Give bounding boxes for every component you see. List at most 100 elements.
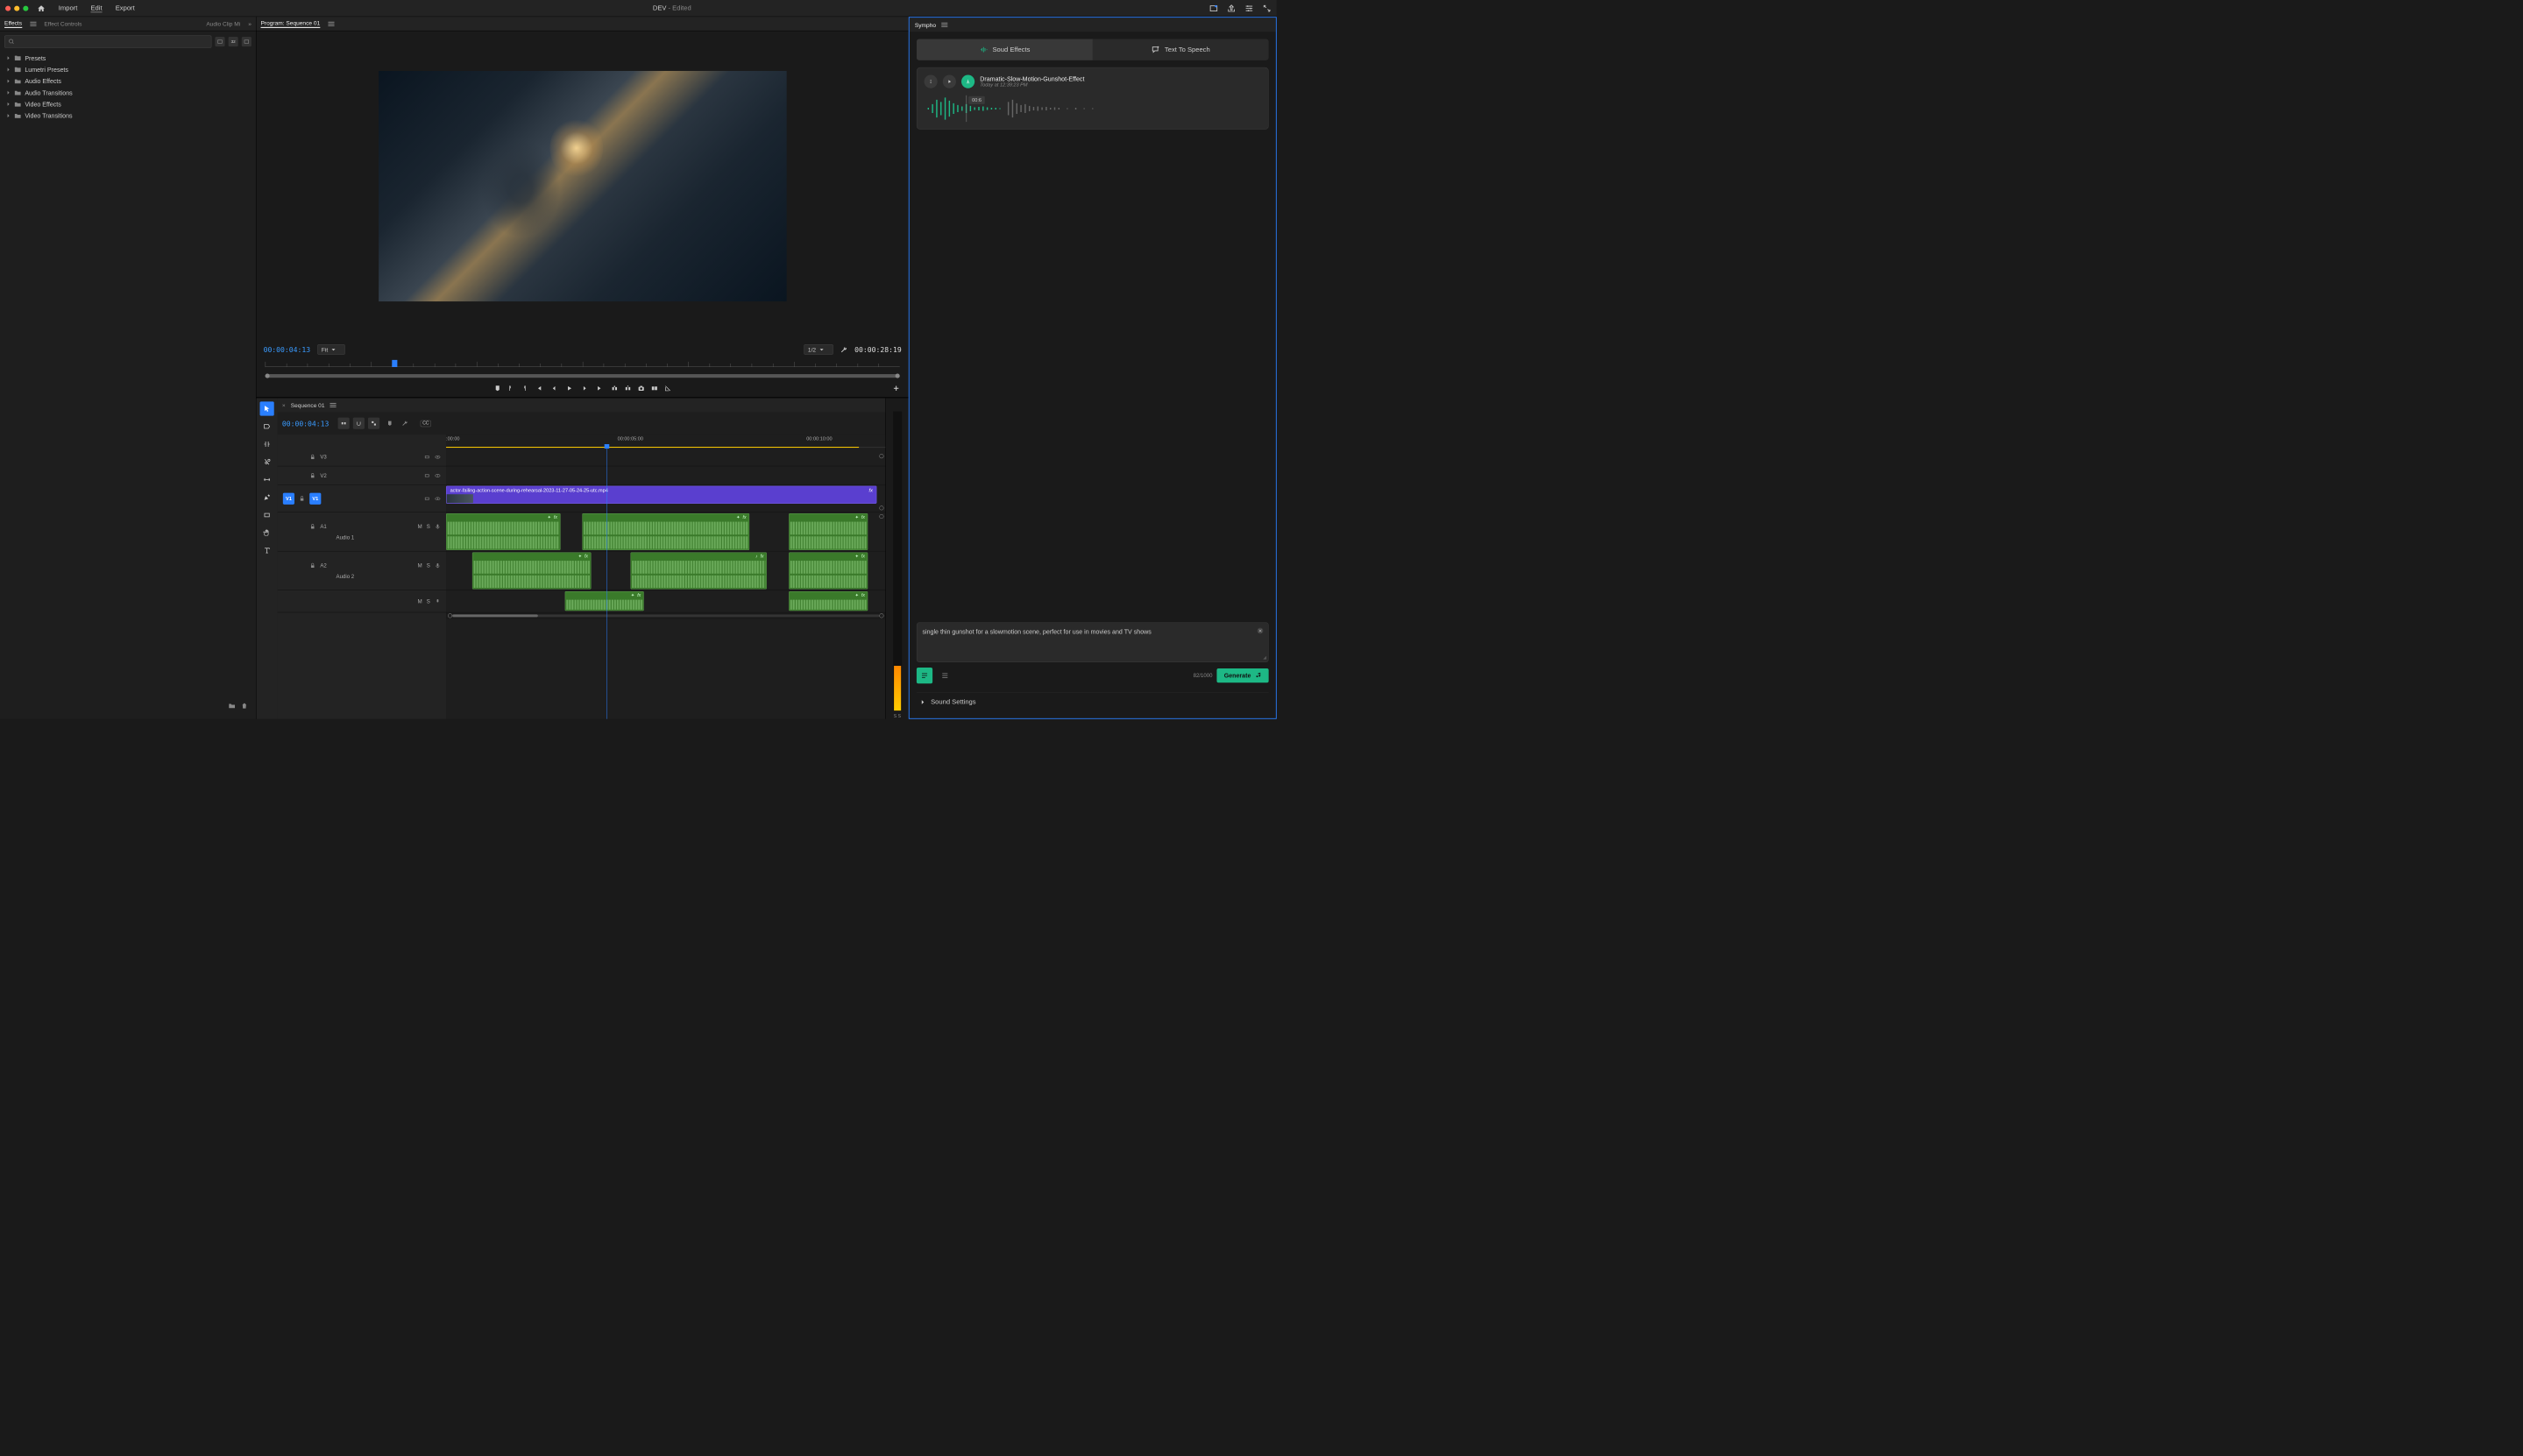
track-a1[interactable]: ✦fx ✦fx ✦fx xyxy=(446,512,885,552)
zoom-fit-select[interactable]: Fit xyxy=(317,344,345,355)
eye-icon[interactable] xyxy=(435,454,441,460)
close-window[interactable] xyxy=(5,5,11,11)
audio-clip-5[interactable]: ♪fx xyxy=(631,552,767,589)
track-content[interactable]: :00:00 00:00:05:00 00:00:10:00 actor-f xyxy=(446,435,885,719)
panel-menu-icon[interactable] xyxy=(328,22,334,26)
track-v3[interactable] xyxy=(446,448,885,466)
menu-edit[interactable]: Edit xyxy=(90,4,102,12)
settings-lines-icon[interactable] xyxy=(1244,4,1253,12)
timeline-timecode[interactable]: 00:00:04:13 xyxy=(282,419,330,428)
track-a3[interactable]: ✦fx ✦fx xyxy=(446,590,885,612)
play-preview-button[interactable] xyxy=(943,75,956,88)
tab-audio-clip-mixer[interactable]: Audio Clip Mi xyxy=(206,20,240,27)
audio-clip-8[interactable]: ✦fx xyxy=(789,591,868,611)
program-scrollbar[interactable] xyxy=(266,374,900,378)
resolution-select[interactable]: 1/2 xyxy=(804,344,833,355)
target-icon[interactable] xyxy=(424,495,430,501)
list-mode-button[interactable] xyxy=(937,668,953,683)
track-header-v1[interactable]: V1 V1 xyxy=(278,485,446,512)
tab-sympho[interactable]: Sympho xyxy=(915,22,936,29)
share-icon[interactable] xyxy=(1227,4,1236,12)
goto-in-icon[interactable] xyxy=(535,385,542,392)
track-a2[interactable]: ✦fx ♪fx ✦fx xyxy=(446,551,885,590)
sequence-name[interactable]: Sequence 01 xyxy=(291,402,325,409)
timeline-playhead[interactable] xyxy=(606,444,607,719)
camera-icon[interactable] xyxy=(637,385,644,392)
download-button[interactable] xyxy=(961,75,974,88)
wrench-icon[interactable] xyxy=(840,346,847,353)
target-icon[interactable] xyxy=(424,454,430,460)
insert-mode-button[interactable] xyxy=(917,668,932,683)
proxy-icon[interactable] xyxy=(664,385,671,392)
track-v1[interactable]: actor-failing-action-scene-during-rehear… xyxy=(446,485,885,512)
marker-icon[interactable] xyxy=(493,385,500,392)
step-back-icon[interactable] xyxy=(550,385,557,392)
close-sequence[interactable]: × xyxy=(282,402,286,409)
snap-icon[interactable] xyxy=(353,418,365,429)
ripple-edit-tool[interactable] xyxy=(260,437,274,451)
caption-badge[interactable]: CC xyxy=(421,420,431,427)
track-header-a1[interactable]: A1 M S Audio 1 xyxy=(278,512,446,552)
lock-icon[interactable] xyxy=(309,454,315,460)
delete-icon[interactable] xyxy=(241,703,248,710)
track-header-a3[interactable]: M S xyxy=(278,590,446,612)
audio-clip-2[interactable]: ✦fx xyxy=(582,513,749,550)
mic-icon[interactable] xyxy=(435,523,441,529)
workspace-icon[interactable] xyxy=(1209,4,1218,12)
lock-icon[interactable] xyxy=(309,472,315,478)
tab-program[interactable]: Program: Sequence 01 xyxy=(261,19,321,28)
audio-clip-3[interactable]: ✦fx xyxy=(789,513,868,550)
prompt-textarea[interactable] xyxy=(922,628,1263,654)
hand-tool[interactable] xyxy=(260,526,274,540)
timeline-hscroll[interactable] xyxy=(446,612,885,618)
minimize-window[interactable] xyxy=(14,5,19,11)
target-icon[interactable] xyxy=(424,472,430,478)
video-clip[interactable]: actor-failing-action-scene-during-rehear… xyxy=(446,486,876,504)
tree-item-presets[interactable]: Presets xyxy=(4,53,252,64)
generate-button[interactable]: Generate xyxy=(1217,668,1269,682)
lock-icon[interactable] xyxy=(309,523,315,529)
track-v2[interactable] xyxy=(446,466,885,484)
selection-tool[interactable] xyxy=(260,401,274,415)
sound-settings-toggle[interactable]: Sound Settings xyxy=(917,692,1269,710)
meter-solo-labels[interactable]: S S xyxy=(894,714,901,719)
tree-item-video-effects[interactable]: Video Effects xyxy=(4,98,252,110)
maximize-window[interactable] xyxy=(23,5,28,11)
mode-sound-effects[interactable]: Soud Effects xyxy=(917,39,1093,60)
time-ruler[interactable]: :00:00 00:00:05:00 00:00:10:00 xyxy=(446,435,885,448)
add-button-icon[interactable] xyxy=(893,385,900,392)
home-icon[interactable] xyxy=(38,4,46,12)
tree-item-video-transitions[interactable]: Video Transitions xyxy=(4,110,252,121)
audio-clip-1[interactable]: ✦fx xyxy=(446,513,560,550)
tree-item-lumetri[interactable]: Lumetri Presets xyxy=(4,64,252,75)
out-point-icon[interactable] xyxy=(521,385,528,392)
panel-menu-icon[interactable] xyxy=(30,22,36,26)
eye-icon[interactable] xyxy=(435,495,441,501)
type-tool[interactable] xyxy=(260,543,274,557)
audio-clip-7[interactable]: ✦fx xyxy=(564,591,643,611)
panel-menu-icon[interactable] xyxy=(330,403,337,407)
tree-item-audio-effects[interactable]: Audio Effects xyxy=(4,75,252,87)
insert-mode-icon[interactable] xyxy=(338,418,350,429)
lock-icon[interactable] xyxy=(299,495,305,501)
resize-handle[interactable]: ◢ xyxy=(1263,655,1266,661)
step-forward-icon[interactable] xyxy=(581,385,588,392)
accelerated-badge[interactable] xyxy=(215,37,224,46)
32bit-badge[interactable]: 32 xyxy=(229,37,238,46)
menu-import[interactable]: Import xyxy=(59,4,78,12)
linked-selection-icon[interactable] xyxy=(368,418,379,429)
eye-icon[interactable] xyxy=(435,472,441,478)
tab-effects[interactable]: Effects xyxy=(4,19,22,28)
razor-tool[interactable] xyxy=(260,455,274,469)
mic-icon[interactable] xyxy=(435,562,441,569)
waveform-preview[interactable]: 00:6 xyxy=(925,95,1262,122)
source-v1-badge[interactable]: V1 xyxy=(283,492,294,504)
track-header-v2[interactable]: V2 xyxy=(278,466,446,484)
lift-icon[interactable] xyxy=(611,385,618,392)
pen-tool[interactable] xyxy=(260,491,274,505)
in-point-icon[interactable] xyxy=(507,385,514,392)
new-bin-icon[interactable] xyxy=(229,703,236,710)
marker-small-icon[interactable] xyxy=(386,421,393,427)
wrench-small-icon[interactable] xyxy=(401,421,408,427)
audio-clip-6[interactable]: ✦fx xyxy=(789,552,868,589)
